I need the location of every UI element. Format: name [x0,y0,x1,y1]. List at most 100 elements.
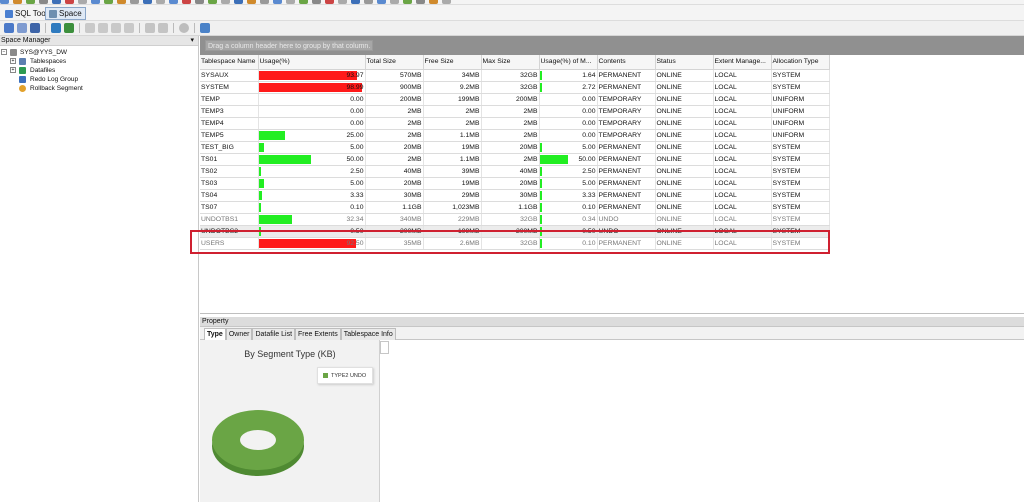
toolbar-button-icon[interactable] [91,0,100,4]
connect-icon[interactable] [4,23,14,33]
report-icon[interactable] [200,23,210,33]
copy-icon[interactable] [85,23,95,33]
tab-free-extents[interactable]: Free Extents [295,328,341,340]
toolbar-button-icon[interactable] [442,0,451,4]
toolbar-button-icon[interactable] [104,0,113,4]
toolbar-button-icon[interactable] [39,0,48,4]
sync-icon[interactable] [158,23,168,33]
column-header[interactable]: Tablespace Name [200,55,259,70]
tree-node-tablespaces[interactable]: + Tablespaces [0,57,198,66]
toolbar-separator [79,23,80,33]
extent-management-cell: LOCAL [713,177,772,190]
column-header[interactable]: Allocation Type [771,55,830,70]
toolbar-button-icon[interactable] [390,0,399,4]
toolbar-button-icon[interactable] [0,0,9,4]
paste-icon[interactable] [98,23,108,33]
toolbar-button-icon[interactable] [377,0,386,4]
tree-node-rollback-segment[interactable]: Rollback Segment [0,84,198,93]
toolbar-button-icon[interactable] [273,0,282,4]
column-header[interactable]: Status [655,55,714,70]
usage-cell: 2.50 [258,165,366,178]
toolbar-button-icon[interactable] [143,0,152,4]
toolbar-button-icon[interactable] [78,0,87,4]
table-row[interactable]: TEMP 0.00 200MB 199MB 200MB 0.00 TEMPORARY ONLI… [200,93,830,106]
free-size-cell: 1,023MB [423,201,482,214]
tree-node-connection[interactable]: − SYS@YYS_DW [0,48,198,57]
toolbar-button-icon[interactable] [260,0,269,4]
table-row[interactable]: TEMP3 0.00 2MB 2MB 2MB 0.00 TEMPORARY ONLINE LOC… [200,105,830,118]
toolbar-button-icon[interactable] [403,0,412,4]
tab-space[interactable]: Space [45,7,86,20]
toolbar-button-icon[interactable] [65,0,74,4]
toolbar-button-icon[interactable] [26,0,35,4]
allocation-type-cell: SYSTEM [771,237,830,250]
tab-owner[interactable]: Owner [225,328,253,340]
toolbar-button-icon[interactable] [364,0,373,4]
column-header[interactable]: Usage(%) [258,55,366,70]
toolbar-button-icon[interactable] [182,0,191,4]
table-row[interactable]: TEST_BIG 5.00 20MB 19MB 20MB 5.00 PERMANENT ONL… [200,141,830,154]
panel-splitter-handle[interactable] [380,341,389,354]
tab-sql-tool[interactable]: SQL Tool [2,7,50,20]
expand-icon[interactable]: + [10,58,16,64]
toolbar-button-icon[interactable] [429,0,438,4]
table-row[interactable]: TS03 5.00 20MB 19MB 20MB 5.00 PERMANENT ONLINE L… [200,177,830,190]
usage-value: 93.97 [346,71,364,79]
database-tool-icon[interactable] [30,23,40,33]
toolbar-button-icon[interactable] [13,0,22,4]
table-row[interactable]: UNDOTBS1 32.34 340MB 229MB 32GB 0.34 UNDO ONLIN… [200,213,830,226]
column-header[interactable]: Free Size [423,55,482,70]
reload-icon[interactable] [145,23,155,33]
toolbar-button-icon[interactable] [325,0,334,4]
toolbar-button-icon[interactable] [117,0,126,4]
tab-type[interactable]: Type [204,328,226,340]
toolbar-button-icon[interactable] [299,0,308,4]
allocation-type-cell: SYSTEM [771,81,830,94]
toolbar-button-icon[interactable] [221,0,230,4]
toolbar-button-icon[interactable] [286,0,295,4]
toolbar-button-icon[interactable] [195,0,204,4]
table-row[interactable]: TEMP4 0.00 2MB 2MB 2MB 0.00 TEMPORARY ONLINE LOC… [200,117,830,130]
table-row[interactable]: TS01 50.00 2MB 1.1MB 2MB 50.00 PERMANENT ONLINE… [200,153,830,166]
save-icon[interactable] [51,23,61,33]
column-header[interactable]: Total Size [365,55,424,70]
table-row[interactable]: UNDOTBS2 0.50 200MB 199MB 200MB 0.50 UNDO ONLIN… [200,225,830,238]
table-row[interactable]: TS07 0.10 1.1GB 1,023MB 1.1GB 0.10 PERMANENT ON… [200,201,830,214]
tab-tablespace-info[interactable]: Tablespace Info [340,328,396,340]
table-row[interactable]: TS04 3.33 30MB 29MB 30MB 3.33 PERMANENT ONLINE L… [200,189,830,202]
toolbar-button-icon[interactable] [234,0,243,4]
table-row[interactable]: SYSTEM 98.99 900MB 9.2MB 32GB 2.72 PERMANENT ON… [200,81,830,94]
toolbar-button-icon[interactable] [312,0,321,4]
column-header[interactable]: Max Size [481,55,540,70]
tablespace-name-cell: TEMP4 [200,117,259,130]
toolbar-button-icon[interactable] [247,0,256,4]
toolbar-button-icon[interactable] [338,0,347,4]
toolbar-button-icon[interactable] [416,0,425,4]
refresh-tree-icon[interactable] [17,23,27,33]
document-icon[interactable] [111,23,121,33]
pin-icon[interactable]: ▾ [190,36,194,46]
table-row[interactable]: TEMP5 25.00 2MB 1.1MB 2MB 0.00 TEMPORARY ONLINE… [200,129,830,142]
toolbar-button-icon[interactable] [52,0,61,4]
table-row[interactable]: TS02 2.50 40MB 39MB 40MB 2.50 PERMANENT ONLINE L… [200,165,830,178]
column-header[interactable]: Contents [597,55,656,70]
column-header[interactable]: Extent Manage... [713,55,772,70]
stop-icon[interactable] [179,23,189,33]
table-row[interactable]: USERS 92.50 35MB 2.6MB 32GB 0.10 PERMANENT ONLI… [200,237,830,250]
tree-node-redo-log-group[interactable]: Redo Log Group [0,75,198,84]
tab-datafile-list[interactable]: Datafile List [252,328,296,340]
free-size-cell: 39MB [423,165,482,178]
toolbar-button-icon[interactable] [351,0,360,4]
toolbar-button-icon[interactable] [169,0,178,4]
export-icon[interactable] [64,23,74,33]
toolbar-button-icon[interactable] [130,0,139,4]
column-header[interactable]: Usage(%) of M... [539,55,598,70]
tree-node-datafiles[interactable]: + Datafiles [0,66,198,75]
group-by-panel[interactable]: Drag a column header here to group by th… [200,36,1024,55]
table-row[interactable]: SYSAUX 93.97 570MB 34MB 32GB 1.64 PERMANENT ONL… [200,69,830,82]
toolbar-button-icon[interactable] [208,0,217,4]
collapse-icon[interactable]: − [1,49,7,55]
toolbar-button-icon[interactable] [156,0,165,4]
expand-icon[interactable]: + [10,67,16,73]
properties-icon[interactable] [124,23,134,33]
